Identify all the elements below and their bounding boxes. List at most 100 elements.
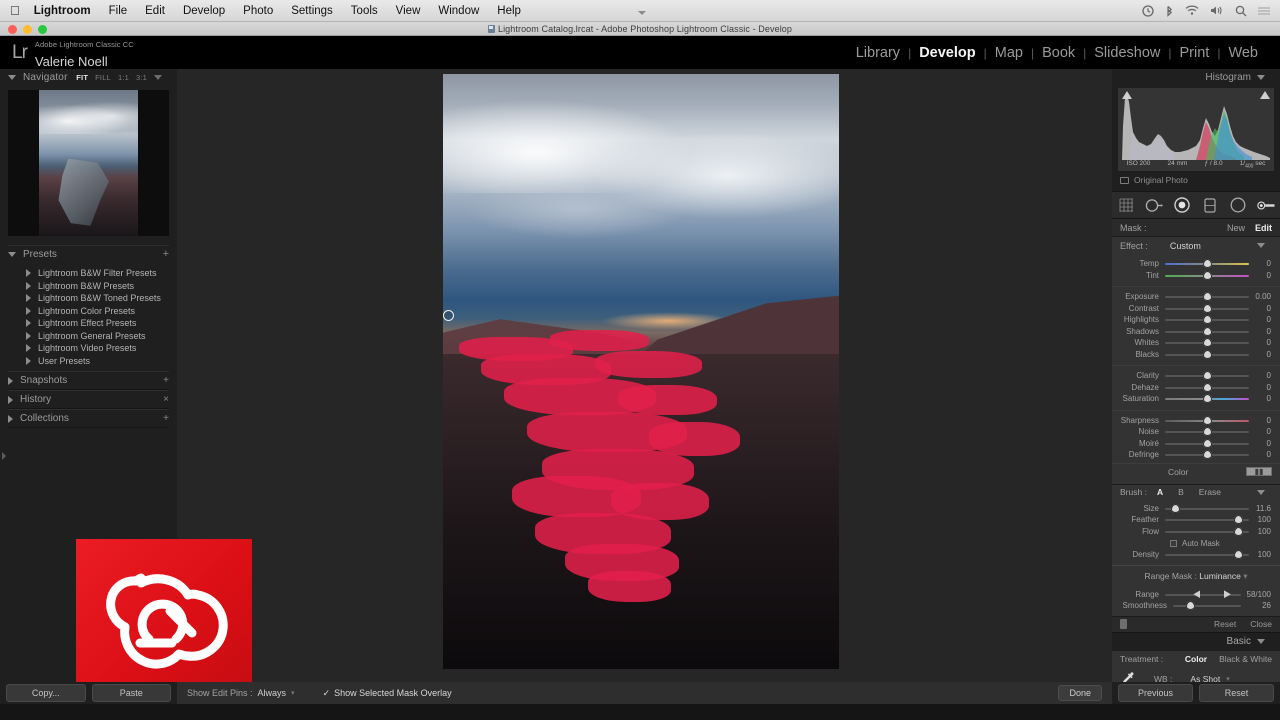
slider-value[interactable]: 0 bbox=[1249, 450, 1275, 459]
chevron-right-icon[interactable] bbox=[26, 331, 31, 340]
chevron-down-icon[interactable] bbox=[1257, 489, 1265, 495]
slider-value[interactable]: 0 bbox=[1249, 416, 1275, 425]
minimize-window-button[interactable] bbox=[23, 25, 32, 34]
slider-value[interactable]: 100 bbox=[1249, 550, 1275, 559]
slider-value[interactable]: 0 bbox=[1249, 383, 1275, 392]
menu-item-lightroom[interactable]: Lightroom bbox=[32, 0, 100, 22]
bluetooth-icon[interactable] bbox=[1165, 5, 1174, 17]
chevron-right-icon[interactable] bbox=[8, 414, 13, 423]
preset-group[interactable]: Lightroom General Presets bbox=[8, 330, 169, 343]
slider-value[interactable]: 0 bbox=[1249, 327, 1275, 336]
menu-item-tools[interactable]: Tools bbox=[342, 0, 387, 22]
wifi-icon[interactable] bbox=[1185, 5, 1199, 16]
slider-range[interactable]: Range 58/100 bbox=[1112, 589, 1280, 601]
slider-track[interactable] bbox=[1165, 426, 1249, 437]
controlcenter-icon[interactable] bbox=[1258, 6, 1270, 16]
slider-exposure[interactable]: Exposure 0.00 bbox=[1112, 291, 1280, 303]
range-mask-value[interactable]: Luminance bbox=[1199, 571, 1241, 581]
slider-value[interactable]: 58/100 bbox=[1241, 590, 1275, 599]
slider-value[interactable]: 0 bbox=[1249, 371, 1275, 380]
zoom-fill[interactable]: FILL bbox=[95, 73, 111, 82]
slider-tint[interactable]: Tint 0 bbox=[1112, 270, 1280, 282]
slider-track[interactable] bbox=[1165, 449, 1249, 460]
chevron-right-icon[interactable] bbox=[8, 395, 13, 404]
snapshots-panel-header[interactable]: Snapshots + bbox=[8, 371, 169, 390]
menu-item-photo[interactable]: Photo bbox=[234, 0, 282, 22]
slider-value[interactable]: 11.6 bbox=[1249, 504, 1275, 513]
slider-value[interactable]: 0.00 bbox=[1249, 292, 1275, 301]
slider-track[interactable] bbox=[1165, 303, 1249, 314]
chevron-down-icon[interactable] bbox=[8, 75, 16, 80]
menu-item-develop[interactable]: Develop bbox=[174, 0, 234, 22]
add-collection-button[interactable]: + bbox=[163, 413, 169, 424]
adjustment-brush-icon[interactable] bbox=[1256, 196, 1276, 215]
slider-track[interactable] bbox=[1165, 326, 1249, 337]
slider-noise[interactable]: Noise 0 bbox=[1112, 426, 1280, 438]
effect-row[interactable]: Effect : Custom bbox=[1112, 237, 1280, 254]
slider-value[interactable]: 0 bbox=[1249, 304, 1275, 313]
edit-pin[interactable] bbox=[443, 310, 454, 321]
module-library[interactable]: Library bbox=[848, 45, 908, 61]
switch-icon[interactable] bbox=[1120, 619, 1127, 629]
chevron-right-icon[interactable] bbox=[26, 319, 31, 328]
treatment-color-button[interactable]: Color bbox=[1185, 654, 1207, 664]
graduated-filter-icon[interactable] bbox=[1201, 196, 1220, 215]
chevron-right-icon[interactable] bbox=[26, 281, 31, 290]
slider-value[interactable]: 100 bbox=[1249, 515, 1275, 524]
menu-item-settings[interactable]: Settings bbox=[282, 0, 342, 22]
slider-value[interactable]: 0 bbox=[1249, 259, 1275, 268]
preset-group[interactable]: Lightroom B&W Filter Presets bbox=[8, 267, 169, 280]
slider-sharpness[interactable]: Sharpness 0 bbox=[1112, 415, 1280, 427]
slider-value[interactable]: 100 bbox=[1249, 527, 1275, 536]
reset-button[interactable]: Reset bbox=[1199, 684, 1274, 702]
show-edit-pins-value[interactable]: Always bbox=[258, 688, 287, 698]
menu-item-help[interactable]: Help bbox=[488, 0, 530, 22]
slider-track[interactable] bbox=[1165, 503, 1249, 514]
slider-saturation[interactable]: Saturation 0 bbox=[1112, 393, 1280, 405]
left-panel-collapse-handle[interactable] bbox=[0, 449, 7, 463]
chevron-right-icon[interactable] bbox=[8, 376, 13, 385]
zoom-1-1[interactable]: 1:1 bbox=[118, 73, 129, 82]
chevron-down-icon[interactable] bbox=[1257, 639, 1265, 644]
add-preset-button[interactable]: + bbox=[163, 248, 169, 260]
slider-feather[interactable]: Feather 100 bbox=[1112, 514, 1280, 526]
menu-item-view[interactable]: View bbox=[387, 0, 430, 22]
original-photo-row[interactable]: Original Photo bbox=[1112, 171, 1280, 185]
copy-button[interactable]: Copy... bbox=[6, 684, 86, 702]
slider-value[interactable]: 0 bbox=[1249, 427, 1275, 436]
history-panel-header[interactable]: History × bbox=[8, 390, 169, 409]
slider-track[interactable] bbox=[1165, 549, 1249, 560]
radial-filter-icon[interactable] bbox=[1229, 196, 1248, 215]
slider-track[interactable] bbox=[1165, 415, 1249, 426]
histogram-header[interactable]: Histogram bbox=[1112, 69, 1280, 86]
color-swatch[interactable]: ▮▮ bbox=[1246, 467, 1272, 476]
slider-track[interactable] bbox=[1165, 382, 1249, 393]
slider-smoothness[interactable]: Smoothness 26 bbox=[1112, 600, 1280, 612]
slider-shadows[interactable]: Shadows 0 bbox=[1112, 326, 1280, 338]
search-icon[interactable] bbox=[1235, 5, 1247, 17]
slider-value[interactable]: 0 bbox=[1249, 394, 1275, 403]
chevron-down-icon[interactable] bbox=[1257, 75, 1265, 80]
reset-effect-button[interactable]: Reset bbox=[1214, 619, 1236, 629]
slider-track[interactable] bbox=[1165, 291, 1249, 302]
slider-density[interactable]: Density 100 bbox=[1112, 549, 1280, 561]
collections-panel-header[interactable]: Collections + bbox=[8, 409, 169, 428]
chevron-left-icon[interactable] bbox=[1, 452, 6, 460]
slider-value[interactable]: 0 bbox=[1249, 315, 1275, 324]
develop-photo[interactable] bbox=[443, 74, 839, 669]
paste-button[interactable]: Paste bbox=[91, 684, 171, 702]
auto-mask-row[interactable]: Auto Mask bbox=[1112, 537, 1280, 549]
mask-edit-button[interactable]: Edit bbox=[1255, 223, 1272, 233]
mask-overlay-checkbox[interactable]: ✓ bbox=[323, 688, 331, 699]
slider-value[interactable]: 0 bbox=[1249, 350, 1275, 359]
apple-logo-icon[interactable]:  bbox=[0, 4, 32, 17]
chevron-down-icon[interactable]: ▾ bbox=[291, 689, 295, 697]
brush-a-button[interactable]: A bbox=[1157, 487, 1163, 497]
color-row[interactable]: Color ▮▮ bbox=[1112, 462, 1280, 480]
slider-clarity[interactable]: Clarity 0 bbox=[1112, 370, 1280, 382]
slider-track[interactable] bbox=[1165, 337, 1249, 348]
navigator-header[interactable]: Navigator FIT FILL 1:1 3:1 bbox=[8, 69, 169, 86]
identity-plate[interactable]: Adobe Lightroom Classic CC Valerie Noell bbox=[35, 34, 134, 71]
module-slideshow[interactable]: Slideshow bbox=[1086, 45, 1168, 61]
navigator-preview[interactable] bbox=[8, 90, 169, 236]
